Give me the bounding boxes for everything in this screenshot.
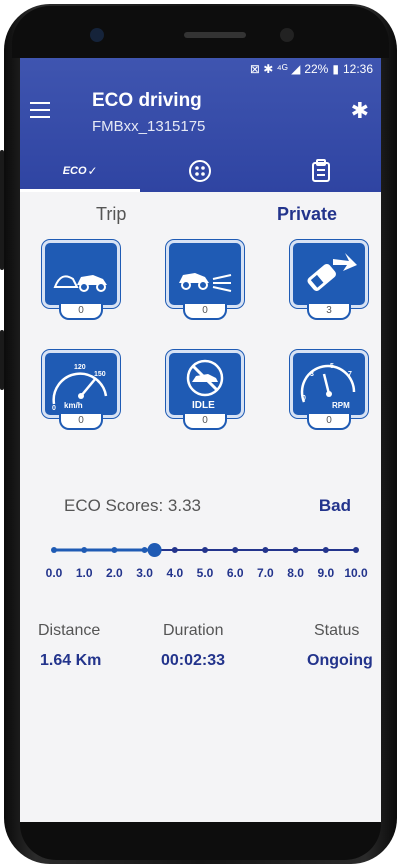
clipboard-icon xyxy=(311,159,330,182)
clock: 12:36 xyxy=(342,62,373,76)
idle-icon: IDLE xyxy=(186,359,224,411)
scale-tick-dot xyxy=(141,547,148,553)
bluetooth-icon[interactable]: ✱ xyxy=(351,98,369,124)
volume-button xyxy=(0,150,4,270)
scale-tick-dot xyxy=(171,547,178,553)
svg-text:IDLE: IDLE xyxy=(192,400,215,411)
duration-label: Duration xyxy=(163,622,224,639)
event-count: 0 xyxy=(183,304,227,320)
event-count: 0 xyxy=(59,414,103,430)
scale-tick-dot xyxy=(111,547,118,553)
svg-text:7: 7 xyxy=(348,371,352,378)
duration-value: 00:02:33 xyxy=(161,652,226,669)
scale-tick-dot xyxy=(81,547,88,553)
scale-tick-dot xyxy=(232,547,239,553)
distance-value: 1.64 Km xyxy=(40,652,102,669)
overspeeding-tile[interactable]: 0 120 150 km/h 0 xyxy=(42,350,120,430)
svg-text:150: 150 xyxy=(94,371,106,378)
event-count: 3 xyxy=(307,304,351,320)
scale-tick-label: 1.0 xyxy=(75,566,93,580)
speedometer-icon: 0 120 150 km/h xyxy=(52,364,108,412)
harsh-braking-tile[interactable]: 0 xyxy=(166,240,244,320)
harsh-braking-icon xyxy=(179,273,232,292)
eco-rating: Bad xyxy=(318,496,351,515)
scale-tick-label: 8.0 xyxy=(287,566,304,580)
scale-tick-label: 3.0 xyxy=(136,566,153,580)
sensor-icon xyxy=(280,28,294,42)
svg-text:0: 0 xyxy=(52,405,56,412)
svg-text:RPM: RPM xyxy=(332,401,350,410)
svg-text:km/h: km/h xyxy=(64,401,83,410)
scale-tick-label: 10.0 xyxy=(344,566,368,580)
scale-tick-dot xyxy=(322,547,329,553)
status-icons: ⊠ ✱ ⁴ᴳ ◢ xyxy=(249,62,301,76)
power-button xyxy=(0,330,4,390)
svg-text:5: 5 xyxy=(330,363,334,370)
svg-text:3: 3 xyxy=(310,371,314,378)
leaf-icon: ✓ xyxy=(87,164,98,178)
scale-tick-dot xyxy=(51,547,57,553)
tab-events[interactable] xyxy=(140,150,260,192)
earpiece-speaker xyxy=(184,32,246,38)
scale-tick-dot xyxy=(202,547,208,553)
battery-icon: ▮ xyxy=(332,62,339,76)
eco-score-scale: 0.0 1.0 2.0 3.0 4.0 5.0 6.0 7.0 8.0 9.0 10.0 xyxy=(38,536,368,586)
status-label: Status xyxy=(314,622,360,639)
harsh-acceleration-tile[interactable]: 0 xyxy=(42,240,120,320)
front-camera-icon xyxy=(90,28,104,42)
scale-tick-dot xyxy=(353,547,359,553)
scale-tick-label: 2.0 xyxy=(106,566,123,580)
hamburger-menu-icon[interactable] xyxy=(30,102,50,118)
event-count: 0 xyxy=(307,414,351,430)
over-rpm-tile[interactable]: 0 3 5 7 RPM 0 xyxy=(290,350,368,430)
top-bezel xyxy=(12,6,389,58)
scale-tick-label: 4.0 xyxy=(166,566,184,580)
app-header: ⊠ ✱ ⁴ᴳ ◢ 22% ▮ 12:36 ECO driving FMBxx_1… xyxy=(20,58,381,192)
tab-eco[interactable]: ECO ✓ xyxy=(20,150,141,192)
trip-option[interactable]: Trip xyxy=(96,204,126,225)
scale-tick-dot xyxy=(262,547,269,553)
harsh-cornering-icon xyxy=(307,253,357,291)
harsh-acceleration-icon xyxy=(53,275,107,292)
status-bar: ⊠ ✱ ⁴ᴳ ◢ 22% ▮ 12:36 xyxy=(250,60,373,78)
score-marker xyxy=(147,543,162,557)
tab-report[interactable] xyxy=(261,150,381,192)
private-option[interactable]: Private xyxy=(277,204,337,225)
device-id: FMBxx_1315175 xyxy=(92,118,206,135)
tachometer-icon: 0 3 5 7 RPM xyxy=(300,363,356,410)
trip-mode-toggle: Trip Private xyxy=(20,204,381,228)
app-title: ECO driving xyxy=(92,90,202,111)
scale-tick-label: 5.0 xyxy=(196,566,214,580)
status-value: Ongoing xyxy=(307,652,373,669)
harsh-cornering-tile[interactable]: 3 xyxy=(290,240,368,320)
eco-score-slider xyxy=(51,543,359,557)
scale-tick-label: 6.0 xyxy=(226,566,244,580)
tab-bar: ECO ✓ xyxy=(20,150,381,192)
svg-text:0: 0 xyxy=(302,395,306,402)
battery-level: 22% xyxy=(304,62,329,76)
app-screen: ⊠ ✱ ⁴ᴳ ◢ 22% ▮ 12:36 ECO driving FMBxx_1… xyxy=(20,58,381,822)
event-count: 0 xyxy=(59,304,103,320)
bottom-bezel xyxy=(20,822,381,860)
eco-tab-label: ECO xyxy=(62,165,87,177)
distance-label: Distance xyxy=(38,622,101,639)
idling-tile[interactable]: IDLE 0 xyxy=(166,350,244,430)
scale-tick-dot xyxy=(292,547,299,553)
scale-tick-label: 0.0 xyxy=(45,566,63,580)
grid-circle-icon xyxy=(189,160,212,182)
scale-tick-label: 7.0 xyxy=(257,566,274,580)
phone-frame: ⊠ ✱ ⁴ᴳ ◢ 22% ▮ 12:36 ECO driving FMBxx_1… xyxy=(0,0,401,867)
event-grid: 0 0 3 0 120 150 km/h 0 IDLE 0 0 3 5 7 RP… xyxy=(42,240,372,450)
event-count: 0 xyxy=(183,414,227,430)
svg-text:120: 120 xyxy=(74,364,86,371)
eco-score-label: ECO Scores: 3.33 xyxy=(64,496,202,515)
scale-tick-label: 9.0 xyxy=(317,566,335,580)
